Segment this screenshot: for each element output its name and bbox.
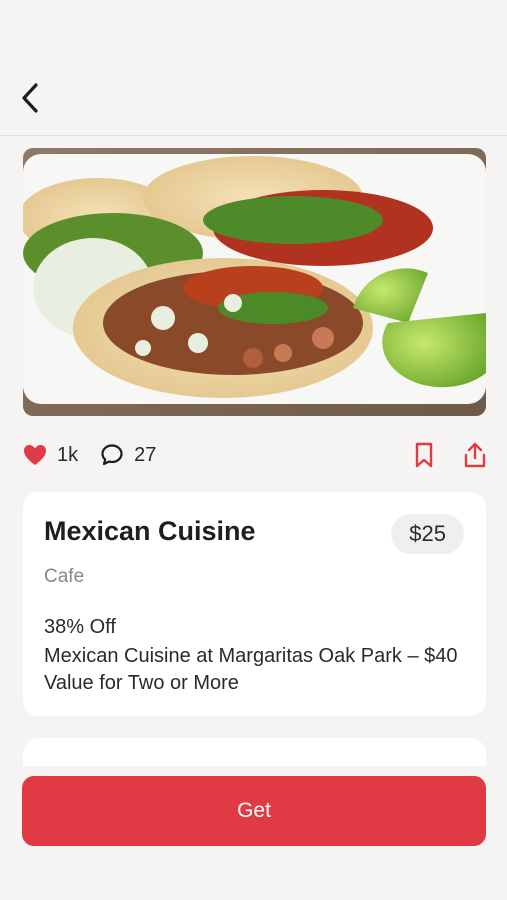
heart-icon — [24, 445, 46, 465]
comment-icon — [101, 444, 123, 466]
bookmark-button[interactable] — [414, 442, 434, 468]
get-button[interactable]: Get — [22, 776, 486, 846]
like-button[interactable]: 1k — [23, 444, 78, 467]
deal-discount: 38% Off — [44, 616, 116, 638]
secondary-actions — [414, 442, 486, 468]
deal-category: Cafe — [44, 566, 85, 587]
food-photo-tacos — [23, 148, 486, 416]
chevron-left-icon — [22, 83, 38, 113]
social-actions: 1k 27 — [23, 436, 486, 474]
deal-title: Mexican Cuisine — [44, 516, 256, 546]
deal-photo — [23, 148, 486, 416]
share-button[interactable] — [464, 442, 486, 468]
price-badge: $25 — [391, 514, 464, 554]
top-bar — [0, 0, 507, 136]
bookmark-icon — [415, 442, 433, 468]
deal-card: Mexican Cuisine $25 Cafe 38% Off Mexican… — [23, 492, 486, 716]
deal-description: Mexican Cuisine at Margaritas Oak Park –… — [44, 645, 458, 694]
comment-button[interactable]: 27 — [100, 443, 156, 467]
share-icon — [464, 442, 486, 468]
comments-count: 27 — [134, 443, 157, 466]
likes-count: 1k — [57, 443, 79, 466]
back-button[interactable] — [14, 80, 46, 116]
